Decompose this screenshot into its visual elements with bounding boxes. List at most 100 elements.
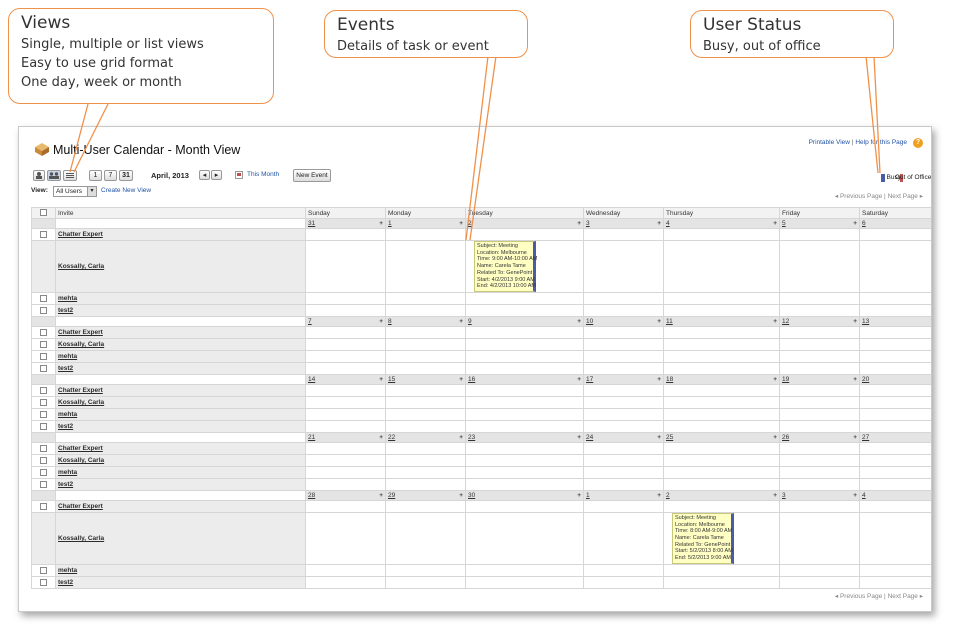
day-number-link[interactable]: 9 xyxy=(468,318,472,325)
day-number-link[interactable]: 1 xyxy=(388,220,392,227)
user-name-link[interactable]: test2 xyxy=(55,575,306,589)
next-page-link-bottom[interactable]: Next Page xyxy=(888,593,918,600)
add-event-icon[interactable]: + xyxy=(773,318,777,325)
day-cell[interactable] xyxy=(663,361,780,375)
add-event-icon[interactable]: + xyxy=(379,434,383,441)
day-cell[interactable] xyxy=(385,361,466,375)
day-cell[interactable] xyxy=(385,499,466,513)
add-event-icon[interactable]: + xyxy=(379,220,383,227)
user-name-link[interactable]: mehta xyxy=(55,291,306,305)
day-cell[interactable] xyxy=(663,419,780,433)
day-cell[interactable] xyxy=(465,303,584,317)
user-name-link[interactable]: Kossally, Carla xyxy=(55,511,306,565)
add-event-icon[interactable]: + xyxy=(459,434,463,441)
day-number-link[interactable]: 4 xyxy=(666,220,670,227)
day-cell[interactable] xyxy=(859,499,931,513)
event-card[interactable]: Subject: Meeting Location: Melbourne Time:… xyxy=(474,241,537,292)
next-page-arrow-icon[interactable]: ▸ xyxy=(918,193,923,200)
prev-page-link[interactable]: Previous Page xyxy=(840,193,882,200)
day-cell[interactable] xyxy=(465,499,584,513)
day-cell[interactable] xyxy=(583,228,664,241)
day-cell[interactable] xyxy=(305,228,386,241)
prev-month-button[interactable]: ◂ xyxy=(199,170,210,180)
day-cell[interactable] xyxy=(859,477,931,491)
day-number-link[interactable]: 26 xyxy=(782,434,789,441)
day-cell[interactable] xyxy=(779,395,860,409)
add-event-icon[interactable]: + xyxy=(577,376,581,383)
day-number-link[interactable]: 20 xyxy=(862,376,869,383)
day-cell[interactable] xyxy=(779,349,860,363)
day-number-link[interactable]: 19 xyxy=(782,376,789,383)
user-name-link[interactable]: Chatter Expert xyxy=(55,499,306,513)
add-event-icon[interactable]: + xyxy=(853,220,857,227)
day-cell[interactable] xyxy=(305,465,386,479)
add-event-icon[interactable]: + xyxy=(577,220,581,227)
day-cell[interactable] xyxy=(305,441,386,455)
day-number-link[interactable]: 1 xyxy=(586,492,590,499)
add-event-icon[interactable]: + xyxy=(459,376,463,383)
user-name-link[interactable]: mehta xyxy=(55,563,306,577)
day-cell[interactable] xyxy=(583,477,664,491)
day-cell[interactable] xyxy=(583,575,664,589)
user-checkbox[interactable] xyxy=(40,410,47,418)
user-name-link[interactable]: Chatter Expert xyxy=(55,228,306,241)
day-cell[interactable] xyxy=(385,395,466,409)
day-number-link[interactable]: 2 xyxy=(468,220,472,227)
day-cell[interactable] xyxy=(663,453,780,467)
day-cell[interactable] xyxy=(779,325,860,339)
day-cell[interactable] xyxy=(385,383,466,397)
day-cell[interactable] xyxy=(779,441,860,455)
day-cell[interactable] xyxy=(779,511,860,565)
add-event-icon[interactable]: + xyxy=(853,376,857,383)
day-number-link[interactable]: 25 xyxy=(666,434,673,441)
day-number-link[interactable]: 5 xyxy=(782,220,786,227)
day-cell[interactable] xyxy=(465,419,584,433)
add-event-icon[interactable]: + xyxy=(773,376,777,383)
day-cell[interactable] xyxy=(859,575,931,589)
day-cell[interactable] xyxy=(385,563,466,577)
day-cell[interactable] xyxy=(779,575,860,589)
day-number-link[interactable]: 15 xyxy=(388,376,395,383)
day-cell[interactable] xyxy=(465,361,584,375)
day-cell[interactable] xyxy=(663,349,780,363)
user-checkbox[interactable] xyxy=(40,422,47,430)
day-cell[interactable] xyxy=(465,383,584,397)
user-name-link[interactable]: Chatter Expert xyxy=(55,383,306,397)
day-cell[interactable] xyxy=(663,337,780,351)
day-cell[interactable] xyxy=(385,337,466,351)
day-cell[interactable] xyxy=(779,337,860,351)
day-number-link[interactable]: 17 xyxy=(586,376,593,383)
user-name-link[interactable]: test2 xyxy=(55,361,306,375)
day-cell[interactable] xyxy=(859,419,931,433)
day-cell[interactable] xyxy=(465,477,584,491)
day-cell[interactable] xyxy=(779,453,860,467)
day-number-link[interactable]: 13 xyxy=(862,318,869,325)
day-cell[interactable] xyxy=(385,325,466,339)
day-cell[interactable] xyxy=(859,291,931,305)
user-name-link[interactable]: Chatter Expert xyxy=(55,325,306,339)
day-cell[interactable] xyxy=(583,240,664,293)
day-cell[interactable] xyxy=(583,563,664,577)
add-event-icon[interactable]: + xyxy=(657,492,661,499)
day-cell[interactable] xyxy=(779,240,860,293)
day-cell[interactable] xyxy=(779,291,860,305)
day-cell[interactable] xyxy=(663,575,780,589)
day-number-link[interactable]: 30 xyxy=(468,492,475,499)
day-number-link[interactable]: 27 xyxy=(862,434,869,441)
day-number-link[interactable]: 10 xyxy=(586,318,593,325)
user-name-link[interactable]: mehta xyxy=(55,407,306,421)
day-cell[interactable] xyxy=(859,228,931,241)
day-cell[interactable] xyxy=(305,303,386,317)
day-cell[interactable] xyxy=(779,465,860,479)
add-event-icon[interactable]: + xyxy=(773,492,777,499)
day-cell[interactable] xyxy=(779,228,860,241)
day-cell[interactable] xyxy=(779,383,860,397)
day-cell[interactable] xyxy=(859,349,931,363)
day-cell[interactable] xyxy=(465,337,584,351)
add-event-icon[interactable]: + xyxy=(459,492,463,499)
this-month-link[interactable]: This Month xyxy=(247,171,279,178)
day-view-button[interactable]: 1 xyxy=(89,170,102,181)
next-page-link[interactable]: Next Page xyxy=(888,193,918,200)
user-name-link[interactable]: mehta xyxy=(55,349,306,363)
day-cell[interactable] xyxy=(465,563,584,577)
